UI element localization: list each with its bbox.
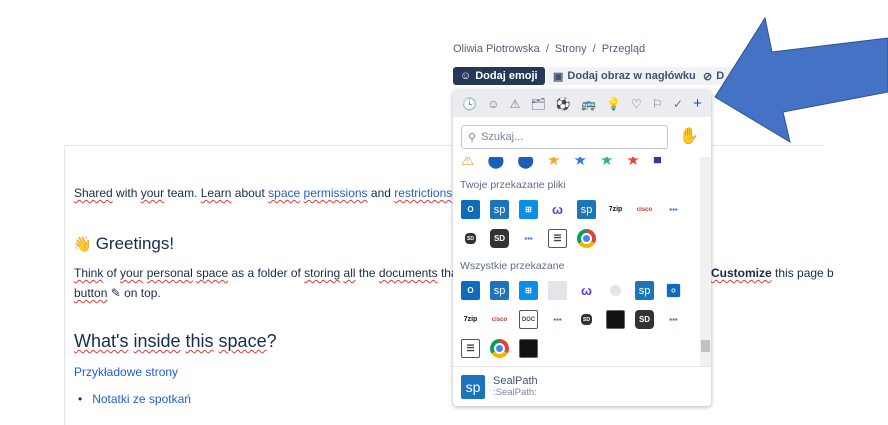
annotation-arrow [714, 16, 888, 144]
arrow-shape [714, 16, 888, 144]
